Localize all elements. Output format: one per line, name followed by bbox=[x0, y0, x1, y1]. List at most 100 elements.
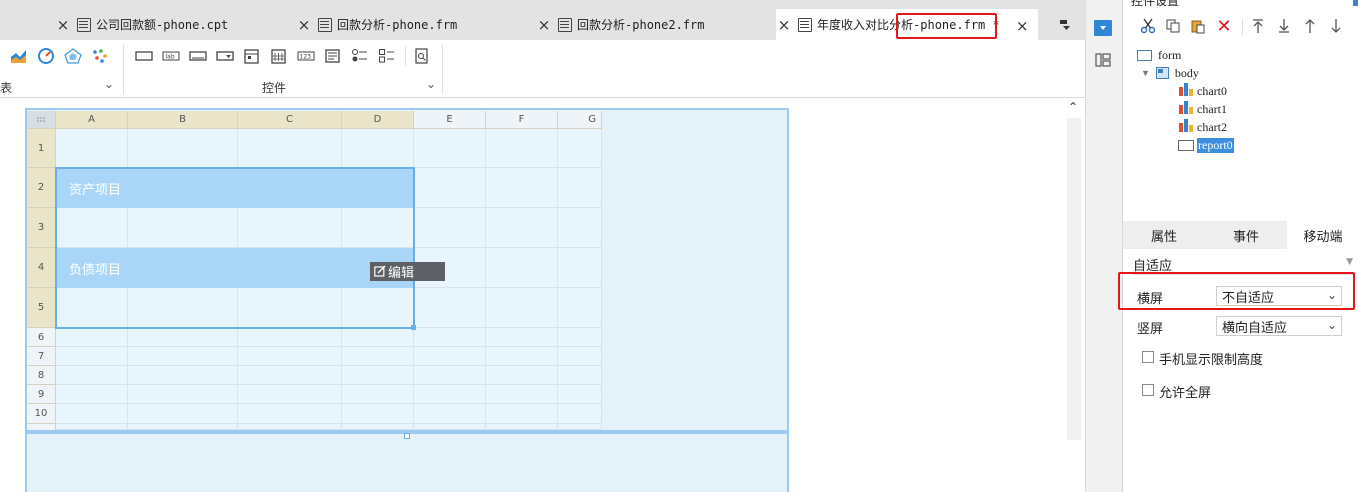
sheet-cell[interactable] bbox=[238, 404, 342, 424]
column-header[interactable]: F bbox=[486, 111, 558, 129]
portrait-select[interactable]: 横向自适应 ⌄ bbox=[1216, 316, 1342, 336]
sheet-cell[interactable] bbox=[342, 347, 414, 366]
sheet-cell[interactable] bbox=[486, 208, 558, 248]
delete-icon[interactable]: ✕ bbox=[1215, 16, 1233, 37]
sheet-cell[interactable] bbox=[414, 424, 486, 430]
row-header[interactable]: 3 bbox=[27, 208, 56, 248]
tree-node-report0[interactable]: report0 bbox=[1178, 137, 1234, 153]
tree-node-form[interactable]: form bbox=[1137, 47, 1181, 63]
sheet-cell[interactable] bbox=[486, 404, 558, 424]
sheet-cell[interactable] bbox=[128, 129, 238, 168]
sheet-cell[interactable] bbox=[238, 366, 342, 385]
copy-icon[interactable] bbox=[1164, 17, 1182, 35]
date-widget-icon[interactable] bbox=[243, 48, 261, 64]
sheet-cell[interactable] bbox=[56, 208, 128, 248]
sheet-cell[interactable] bbox=[414, 208, 486, 248]
sheet-cell[interactable] bbox=[56, 404, 128, 424]
sheet-cell[interactable] bbox=[56, 385, 128, 404]
widget-settings-icon[interactable] bbox=[1094, 20, 1112, 36]
sheet-cell[interactable] bbox=[128, 288, 238, 328]
allow-fullscreen-checkbox[interactable] bbox=[1142, 384, 1154, 396]
checkbox-group-icon[interactable] bbox=[378, 48, 396, 64]
sheet-cell[interactable] bbox=[486, 424, 558, 430]
radar-chart-icon[interactable] bbox=[64, 48, 82, 64]
sheet-cell[interactable] bbox=[414, 328, 486, 347]
calendar-grid-icon[interactable] bbox=[270, 48, 288, 64]
sheet-cell[interactable] bbox=[486, 288, 558, 328]
move-up-icon[interactable] bbox=[1301, 17, 1319, 35]
sheet-cell[interactable] bbox=[128, 404, 238, 424]
lower-block[interactable] bbox=[25, 432, 789, 492]
sheet-cell[interactable] bbox=[128, 347, 238, 366]
radio-group-icon[interactable] bbox=[351, 48, 369, 64]
row-header[interactable]: 4 bbox=[27, 248, 56, 288]
row-header[interactable]: 5 bbox=[27, 288, 56, 328]
band-liabilities[interactable]: 负债项目 bbox=[56, 248, 414, 288]
chevron-down-icon[interactable]: ⌄ bbox=[426, 77, 436, 91]
column-header[interactable]: A bbox=[56, 111, 128, 129]
scatter-chart-icon[interactable] bbox=[91, 48, 109, 64]
sheet-cell[interactable] bbox=[128, 385, 238, 404]
close-icon[interactable]: × bbox=[296, 16, 312, 34]
textarea-widget-icon[interactable] bbox=[324, 48, 342, 64]
sheet-cell[interactable] bbox=[414, 347, 486, 366]
sheet-cell[interactable] bbox=[342, 404, 414, 424]
selection-handle[interactable] bbox=[411, 325, 416, 330]
column-header[interactable]: D bbox=[342, 111, 414, 129]
close-icon[interactable]: × bbox=[1016, 17, 1029, 35]
row-header[interactable]: 7 bbox=[27, 347, 56, 366]
column-header[interactable]: G bbox=[558, 111, 602, 129]
column-header[interactable]: E bbox=[414, 111, 486, 129]
sheet-cell[interactable] bbox=[56, 328, 128, 347]
combobox-widget-icon[interactable] bbox=[216, 48, 234, 64]
sheet-cell[interactable] bbox=[56, 288, 128, 328]
sheet-cell[interactable] bbox=[342, 424, 414, 430]
move-bottom-icon[interactable] bbox=[1275, 17, 1293, 35]
sheet-cell[interactable] bbox=[238, 288, 342, 328]
band-assets[interactable]: 资产项目 bbox=[56, 168, 414, 208]
sheet-cell[interactable] bbox=[414, 404, 486, 424]
row-header[interactable]: 1 bbox=[27, 129, 56, 168]
number-widget-icon[interactable]: 123 bbox=[297, 48, 315, 64]
section-header[interactable]: 自适应 ▼ bbox=[1133, 255, 1355, 275]
sheet-cell[interactable] bbox=[558, 424, 602, 430]
sheet-cell[interactable] bbox=[128, 208, 238, 248]
cut-icon[interactable] bbox=[1139, 17, 1157, 35]
close-icon[interactable]: × bbox=[776, 16, 792, 34]
sheet-cell[interactable] bbox=[486, 248, 558, 288]
sheet-cell[interactable] bbox=[56, 366, 128, 385]
sheet-cell[interactable] bbox=[238, 347, 342, 366]
sheet-cell[interactable] bbox=[414, 129, 486, 168]
sheet-cell[interactable] bbox=[486, 129, 558, 168]
sheet-cell[interactable] bbox=[486, 366, 558, 385]
sheet-cell[interactable] bbox=[128, 366, 238, 385]
row-header[interactable]: 9 bbox=[27, 385, 56, 404]
resize-handle[interactable] bbox=[404, 433, 410, 439]
tree-node-body[interactable]: ▼ body bbox=[1141, 65, 1199, 81]
sheet-cell[interactable] bbox=[558, 129, 602, 168]
sheet-cell[interactable] bbox=[342, 129, 414, 168]
sheet-cell[interactable] bbox=[342, 366, 414, 385]
sheet-cell[interactable] bbox=[56, 129, 128, 168]
sheet-cell[interactable] bbox=[558, 404, 602, 424]
tree-node-chart1[interactable]: chart1 bbox=[1178, 101, 1227, 117]
landscape-select[interactable]: 不自适应 ⌄ bbox=[1216, 286, 1342, 306]
gauge-chart-icon[interactable] bbox=[37, 48, 55, 64]
row-header[interactable]: 8 bbox=[27, 366, 56, 385]
layout-icon[interactable] bbox=[1094, 52, 1112, 68]
sheet-cell[interactable] bbox=[558, 248, 602, 288]
tab-1[interactable]: × 回款分析-phone.frm bbox=[296, 9, 546, 40]
chevron-up-icon[interactable]: ⌃ bbox=[1068, 100, 1078, 114]
row-header[interactable]: 6 bbox=[27, 328, 56, 347]
edit-button[interactable]: 编辑 bbox=[370, 262, 445, 281]
row-header[interactable]: 10 bbox=[27, 404, 56, 424]
tree-node-chart0[interactable]: chart0 bbox=[1178, 83, 1227, 99]
sheet-cell[interactable] bbox=[414, 385, 486, 404]
tree-node-chart2[interactable]: chart2 bbox=[1178, 119, 1227, 135]
sheet-cell[interactable] bbox=[414, 366, 486, 385]
sheet-cell[interactable] bbox=[342, 328, 414, 347]
sheet-cell[interactable] bbox=[342, 208, 414, 248]
limit-height-checkbox[interactable] bbox=[1142, 351, 1154, 363]
sheet-cell[interactable] bbox=[486, 168, 558, 208]
sheet-cell[interactable] bbox=[558, 288, 602, 328]
